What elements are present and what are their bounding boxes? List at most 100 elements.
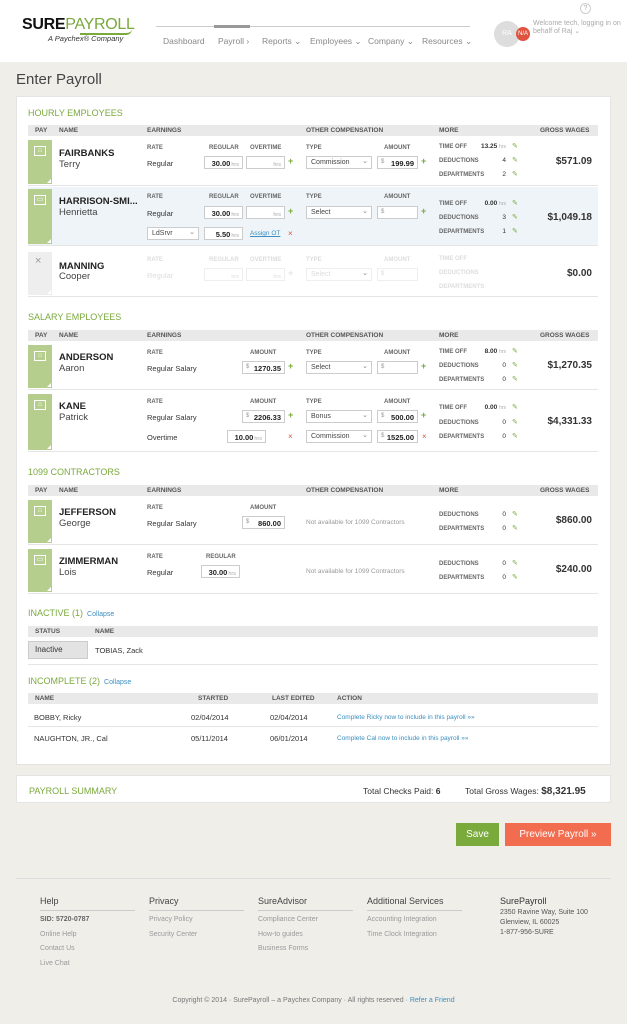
summary-title: PAYROLL SUMMARY: [29, 786, 118, 796]
overtime-hours-input[interactable]: hrs: [246, 206, 285, 219]
incomplete-row: NAUGHTON, JR., Cal 05/11/2014 06/01/2014…: [28, 728, 598, 749]
regular-hours-input[interactable]: 30.00hrs: [204, 206, 243, 219]
pay-method-toggle[interactable]: ⌂: [28, 345, 52, 388]
footer-link-online-help[interactable]: Online Help: [40, 931, 77, 938]
departments-value: 1: [502, 228, 506, 235]
col-other: OTHER COMPENSATION: [306, 127, 384, 134]
refer-friend-link[interactable]: Refer a Friend: [410, 997, 455, 1004]
other-comp-amount-input[interactable]: $: [377, 361, 418, 374]
remove-row-icon[interactable]: ×: [288, 432, 293, 441]
welcome-text[interactable]: Welcome tech, logging in on behalf of Ra…: [533, 20, 623, 36]
pay-method-toggle[interactable]: ×: [28, 252, 52, 295]
pay-method-toggle[interactable]: ⌂: [28, 394, 52, 450]
edit-pencil-icon[interactable]: ✎: [512, 227, 518, 235]
other-comp-type-select[interactable]: Commission: [306, 156, 372, 169]
overtime-hours-input[interactable]: hrs: [246, 156, 285, 169]
other-comp-amount-input-2[interactable]: $1525.00: [377, 430, 418, 443]
save-button[interactable]: Save: [456, 823, 499, 846]
remove-row-icon[interactable]: ×: [288, 229, 293, 238]
pay-method-toggle[interactable]: ⌂: [28, 500, 52, 543]
other-comp-type-select[interactable]: Bonus: [306, 410, 372, 423]
overtime-hours-input[interactable]: 10.00hrs: [227, 430, 266, 443]
edit-pencil-icon[interactable]: ✎: [512, 199, 518, 207]
edit-pencil-icon[interactable]: ✎: [512, 213, 518, 221]
incomplete-collapse-link[interactable]: Collapse: [104, 679, 131, 686]
footer-link-live-chat[interactable]: Live Chat: [40, 960, 70, 967]
edit-pencil-icon[interactable]: ✎: [512, 156, 518, 164]
employee-last-name[interactable]: ANDERSON: [59, 352, 113, 363]
add-other-comp-icon[interactable]: +: [421, 156, 426, 166]
salary-amount-input[interactable]: $1270.35: [242, 361, 285, 374]
edit-pencil-icon[interactable]: ✎: [512, 170, 518, 178]
deductions-value: 3: [502, 214, 506, 221]
add-other-comp-icon[interactable]: +: [421, 410, 426, 420]
status-inactive-toggle[interactable]: Inactive: [28, 641, 88, 659]
remove-other-comp-icon[interactable]: ×: [422, 432, 427, 441]
other-comp-amount-input[interactable]: $500.00: [377, 410, 418, 423]
edit-pencil-icon[interactable]: ✎: [512, 361, 518, 369]
footer-link-contact[interactable]: Contact Us: [40, 945, 75, 952]
nav-employees[interactable]: Employees ⌄: [310, 36, 362, 47]
help-icon[interactable]: ?: [580, 3, 591, 14]
complete-cal-link[interactable]: Complete Cal now to include in this payr…: [337, 735, 469, 742]
other-comp-type-select[interactable]: Select: [306, 361, 372, 374]
complete-ricky-link[interactable]: Complete Ricky now to include in this pa…: [337, 714, 475, 721]
edit-pencil-icon[interactable]: ✎: [512, 524, 518, 532]
add-earning-icon[interactable]: +: [288, 156, 293, 166]
nav-payroll[interactable]: Payroll ›: [218, 36, 249, 46]
inactive-employee-name[interactable]: TOBIAS, Zack: [95, 646, 143, 655]
edit-pencil-icon[interactable]: ✎: [512, 559, 518, 567]
amount-label: AMOUNT: [384, 257, 411, 263]
edit-pencil-icon[interactable]: ✎: [512, 432, 518, 440]
col-pay: PAY: [35, 487, 48, 494]
employee-last-name[interactable]: FAIRBANKS: [59, 148, 114, 159]
add-earning-icon[interactable]: +: [288, 410, 293, 420]
edit-pencil-icon[interactable]: ✎: [512, 403, 518, 411]
edit-pencil-icon[interactable]: ✎: [512, 142, 518, 150]
edit-pencil-icon[interactable]: ✎: [512, 510, 518, 518]
nav-company[interactable]: Company ⌄: [368, 36, 414, 47]
footer-link-time-clock[interactable]: Time Clock Integration: [367, 931, 437, 938]
add-other-comp-icon[interactable]: +: [421, 361, 426, 371]
add-earning-icon[interactable]: +: [288, 361, 293, 371]
rate-select[interactable]: LdSrvr: [147, 227, 199, 240]
amount-value: 1525.00: [386, 433, 414, 442]
regular-hours-input[interactable]: 5.50hrs: [204, 227, 243, 240]
edit-pencil-icon[interactable]: ✎: [512, 418, 518, 426]
amount-label: AMOUNT: [250, 505, 277, 511]
employee-last-name[interactable]: ZIMMERMAN: [59, 556, 118, 567]
pay-method-toggle[interactable]: ▭: [28, 189, 52, 244]
add-other-comp-icon[interactable]: +: [421, 206, 426, 216]
inactive-collapse-link[interactable]: Collapse: [87, 611, 114, 618]
footer-link-howto[interactable]: How-to guides: [258, 931, 303, 938]
preview-payroll-button[interactable]: Preview Payroll »: [505, 823, 611, 846]
footer-link-compliance[interactable]: Compliance Center: [258, 916, 318, 923]
employee-last-name[interactable]: JEFFERSON: [59, 507, 116, 518]
edit-pencil-icon[interactable]: ✎: [512, 375, 518, 383]
nav-resources[interactable]: Resources ⌄: [422, 36, 472, 47]
other-comp-amount-input[interactable]: $: [377, 206, 418, 219]
salary-amount-input[interactable]: $2206.33: [242, 410, 285, 423]
edit-pencil-icon[interactable]: ✎: [512, 347, 518, 355]
employee-last-name[interactable]: KANE: [59, 401, 86, 412]
nav-reports[interactable]: Reports ⌄: [262, 36, 301, 47]
regular-hours-input[interactable]: 30.00hrs: [204, 156, 243, 169]
other-comp-type-select[interactable]: Select: [306, 206, 372, 219]
other-comp-type-select-2[interactable]: Commission: [306, 430, 372, 443]
edit-pencil-icon[interactable]: ✎: [512, 573, 518, 581]
pay-method-toggle[interactable]: ⌂: [28, 140, 52, 184]
other-comp-amount-input[interactable]: $199.99: [377, 156, 418, 169]
footer-link-privacy-policy[interactable]: Privacy Policy: [149, 916, 193, 923]
pay-method-toggle[interactable]: ▭: [28, 549, 52, 592]
incomplete-last-edited: 06/01/2014: [270, 734, 308, 743]
regular-hours-input[interactable]: 30.00hrs: [201, 565, 240, 578]
add-earning-icon[interactable]: +: [288, 206, 293, 216]
footer-link-accounting[interactable]: Accounting Integration: [367, 916, 437, 923]
inactive-section-title: INACTIVE (1) Collapse: [28, 608, 114, 618]
assign-ot-link[interactable]: Assign OT: [250, 230, 280, 237]
nav-dashboard[interactable]: Dashboard: [163, 36, 205, 46]
footer-link-business-forms[interactable]: Business Forms: [258, 945, 308, 952]
salary-amount-input[interactable]: $860.00: [242, 516, 285, 529]
footer-link-security-center[interactable]: Security Center: [149, 931, 197, 938]
employee-last-name[interactable]: HARRISON-SMI...: [59, 196, 138, 207]
